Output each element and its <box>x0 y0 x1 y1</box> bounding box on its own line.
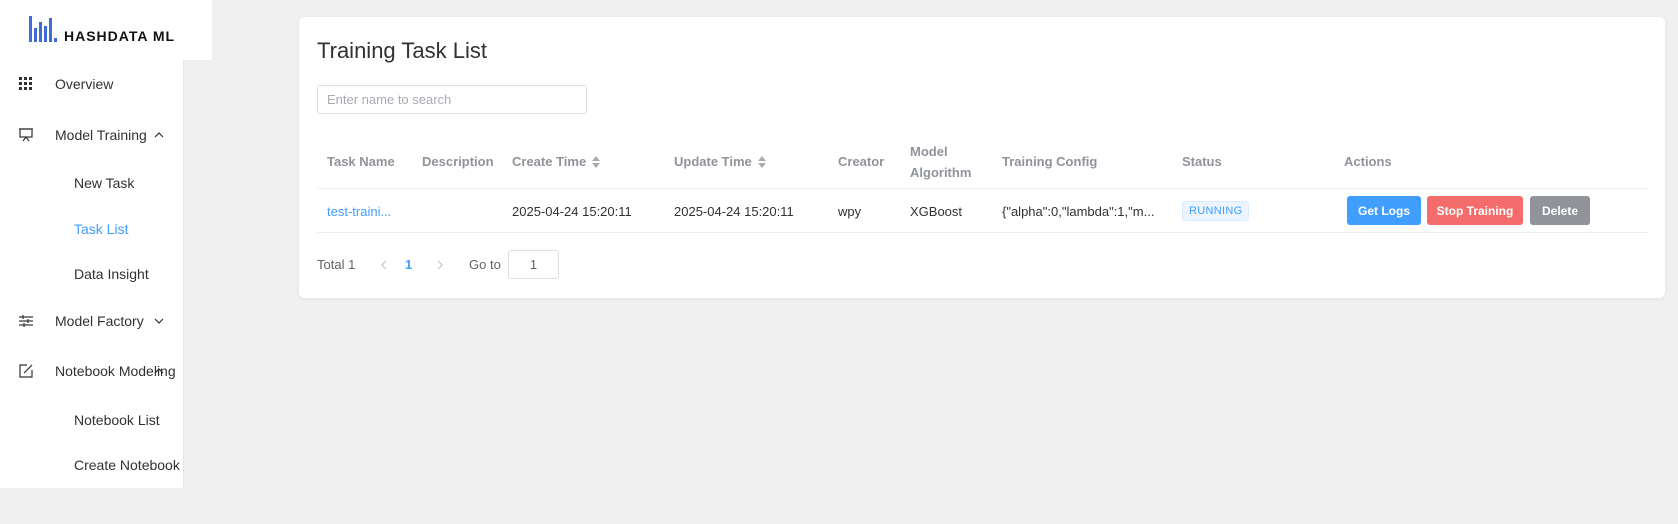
column-header: Description <box>422 154 494 169</box>
column-header: Training Config <box>1002 154 1098 169</box>
sidebar-item-data-insight[interactable]: Data Insight <box>0 254 183 294</box>
brand-logo[interactable]: HASHDATA ML <box>0 0 212 60</box>
status-cell: RUNNING <box>1182 189 1250 233</box>
sidebar-item-notebook-list[interactable]: Notebook List <box>0 400 183 440</box>
table-header: Task Name Description Create Time Update… <box>317 134 1648 189</box>
edit-icon <box>19 364 33 378</box>
sliders-icon <box>19 315 33 327</box>
column-header-sortable[interactable]: Create Time <box>512 134 601 189</box>
task-table: Task Name Description Create Time Update… <box>317 134 1648 233</box>
page-title: Training Task List <box>317 38 487 63</box>
grid-icon <box>19 77 32 90</box>
logo-bars-icon <box>29 16 57 42</box>
sidebar-item-label: Model Factory <box>55 313 144 329</box>
sidebar-menu: Overview Model Training New Task Task Li… <box>0 60 184 488</box>
get-logs-button[interactable]: Get Logs <box>1347 196 1421 225</box>
sidebar-item-notebook-modeling[interactable]: Notebook Modeling <box>0 351 183 391</box>
sidebar-item-label: Task List <box>74 221 129 237</box>
sort-icon[interactable] <box>757 155 766 168</box>
sort-icon[interactable] <box>592 155 601 168</box>
sidebar-item-label: Model Training <box>55 127 147 143</box>
sidebar-item-label: Data Insight <box>74 266 149 282</box>
pagination-total: Total 1 <box>317 257 356 272</box>
column-header: Task Name <box>327 154 395 169</box>
page-number-current[interactable]: 1 <box>405 257 412 272</box>
create-time: 2025-04-24 15:20:11 <box>512 203 632 219</box>
model-algorithm: XGBoost <box>910 203 963 219</box>
sidebar-item-label: Overview <box>55 76 114 92</box>
column-header-sortable[interactable]: Update Time <box>674 134 766 189</box>
table-row: test-traini... 2025-04-24 15:20:11 2025-… <box>317 189 1648 233</box>
column-header: Creator <box>838 154 885 169</box>
column-header: Actions <box>1344 154 1392 169</box>
board-icon <box>19 128 33 142</box>
sidebar-item-label: New Task <box>74 175 135 191</box>
chevron-up-icon <box>154 368 164 374</box>
brand-name: HASHDATA ML <box>64 28 176 44</box>
sidebar-item-label: Notebook List <box>74 412 160 428</box>
task-name-link[interactable]: test-traini... <box>327 189 391 233</box>
chevron-left-icon[interactable] <box>379 258 389 272</box>
sidebar-item-model-training[interactable]: Model Training <box>0 115 183 155</box>
update-time: 2025-04-24 15:20:11 <box>674 203 794 219</box>
pagination: Total 1 1 Go to <box>317 250 717 280</box>
sidebar-item-model-factory[interactable]: Model Factory <box>0 301 183 341</box>
column-header: Status <box>1182 154 1222 169</box>
column-header: Model Algorithm <box>910 143 972 180</box>
chevron-up-icon <box>154 132 164 138</box>
goto-page-input[interactable] <box>508 250 559 279</box>
delete-button[interactable]: Delete <box>1530 196 1590 225</box>
search-input[interactable] <box>317 85 587 114</box>
status-badge: RUNNING <box>1182 201 1250 221</box>
chevron-right-icon[interactable] <box>435 258 445 272</box>
sidebar-item-label: Create Notebook <box>74 457 180 473</box>
training-config: {"alpha":0,"lambda":1,"m... <box>1002 203 1155 219</box>
creator: wpy <box>838 203 862 219</box>
stop-training-button[interactable]: Stop Training <box>1427 196 1523 225</box>
goto-label: Go to <box>469 257 501 272</box>
chevron-down-icon <box>154 318 164 324</box>
task-list-card: Training Task List Task Name Description… <box>299 17 1665 298</box>
sidebar-item-new-task[interactable]: New Task <box>0 163 183 203</box>
sidebar-item-overview[interactable]: Overview <box>0 64 183 104</box>
sidebar: HASHDATA ML Overview Model Training New … <box>0 0 212 524</box>
sidebar-item-create-notebook[interactable]: Create Notebook <box>0 445 183 485</box>
sidebar-item-task-list[interactable]: Task List <box>0 209 183 249</box>
